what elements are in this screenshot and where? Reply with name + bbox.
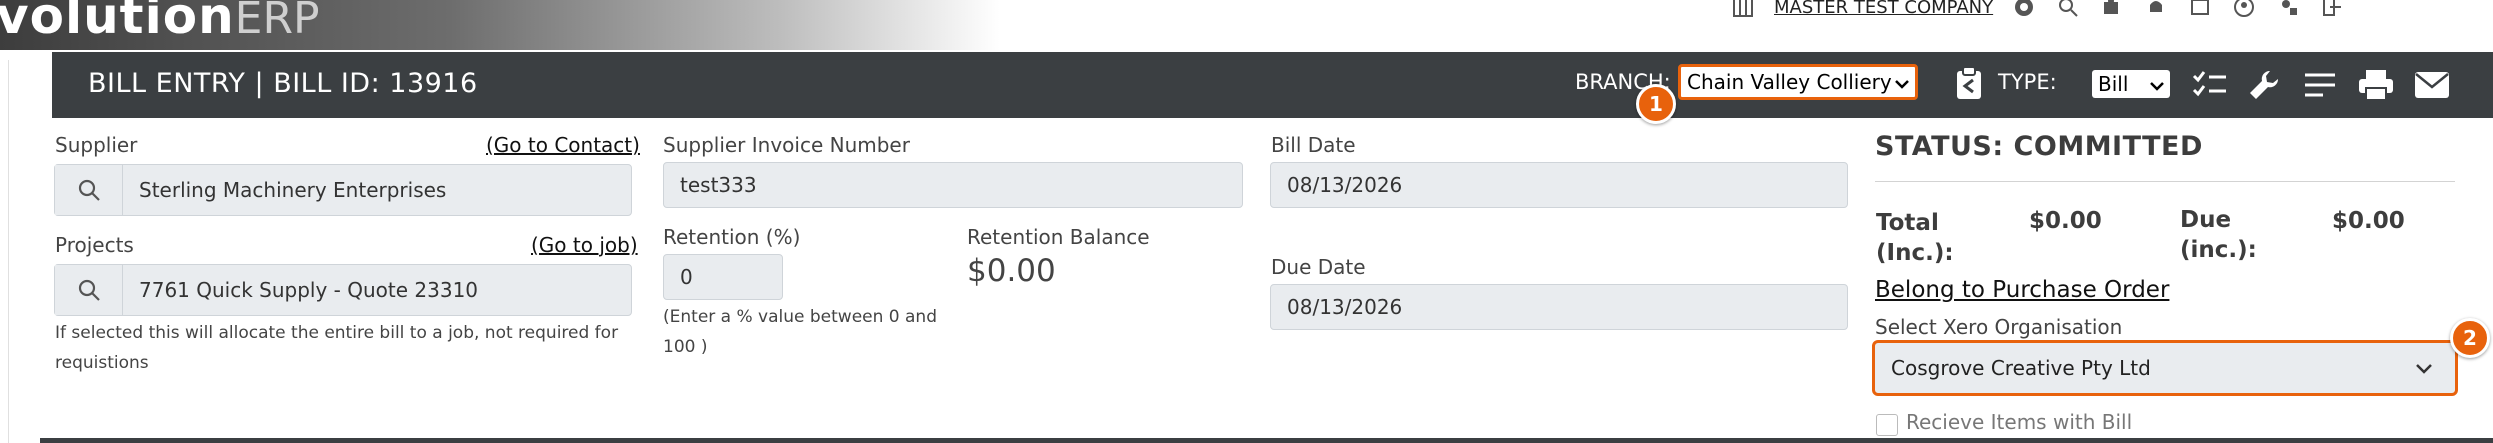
type-select-value: Bill <box>2098 72 2129 96</box>
retention-label: Retention (%) <box>663 225 801 249</box>
invoice-number-label: Supplier Invoice Number <box>663 133 910 157</box>
receive-items-label: Recieve Items with Bill <box>1906 410 2133 434</box>
due-date-input[interactable]: 08/13/2026 <box>1270 284 1848 330</box>
wrench-icon[interactable] <box>2244 68 2284 102</box>
receive-items-checkbox[interactable] <box>1876 414 1898 436</box>
status-divider <box>1875 181 2455 182</box>
logout-icon[interactable] <box>2319 0 2345 20</box>
top-right-toolbar: MASTER TEST COMPANY <box>1730 0 2345 20</box>
bill-header-bar: BILL ENTRY | BILL ID: 13916 BRANCH: Chai… <box>52 52 2493 118</box>
logo-erp-text: ERP <box>234 0 320 44</box>
supplier-input-group[interactable]: Sterling Machinery Enterprises <box>54 164 632 216</box>
type-select[interactable]: Bill <box>2092 70 2170 98</box>
belong-to-purchase-order-link[interactable]: Belong to Purchase Order <box>1875 277 2169 303</box>
invoice-number-input[interactable]: test333 <box>663 162 1243 208</box>
go-to-contact-link[interactable]: (Go to Contact) <box>486 133 640 157</box>
user-avatar-icon[interactable] <box>2231 0 2257 20</box>
help-lifebuoy-icon[interactable] <box>2011 0 2037 20</box>
annotation-badge-1: 1 <box>1636 84 1676 124</box>
retention-balance-value: $0.00 <box>967 253 1056 289</box>
type-label: TYPE: <box>1998 70 2057 94</box>
user-lock-icon[interactable] <box>2275 0 2301 20</box>
annotation-badge-2: 2 <box>2450 318 2490 358</box>
page-title: BILL ENTRY | BILL ID: 13916 <box>88 68 478 99</box>
logo-main-text: volution <box>0 0 235 45</box>
bill-date-input[interactable]: 08/13/2026 <box>1270 162 1848 208</box>
chevron-down-icon <box>2415 356 2433 380</box>
app-logo[interactable]: volutionERP <box>0 0 320 49</box>
chevron-down-icon <box>1895 70 1909 94</box>
branch-select[interactable]: Chain Valley Colliery <box>1678 64 1918 100</box>
puzzle-icon[interactable] <box>2099 0 2125 20</box>
print-icon[interactable] <box>2356 68 2396 102</box>
retention-balance-label: Retention Balance <box>967 225 1150 249</box>
total-label: Total (Inc.): <box>1876 210 1954 266</box>
projects-input-group[interactable]: 7761 Quick Supply - Quote 23310 <box>54 264 632 316</box>
search-icon[interactable] <box>55 165 123 215</box>
xero-organisation-select[interactable]: Cosgrove Creative Pty Ltd <box>1872 340 2458 396</box>
bill-date-label: Bill Date <box>1271 133 1356 157</box>
bell-icon[interactable] <box>2143 0 2169 20</box>
projects-help-text: If selected this will allocate the entir… <box>55 323 619 373</box>
company-name-link[interactable]: MASTER TEST COMPANY <box>1774 0 1993 18</box>
projects-input[interactable]: 7761 Quick Supply - Quote 23310 <box>123 265 631 315</box>
total-value: $0.00 <box>2029 208 2102 234</box>
xero-organisation-label: Select Xero Organisation <box>1875 315 2123 339</box>
email-icon[interactable] <box>2412 68 2452 102</box>
section-divider-bar <box>40 438 2493 443</box>
xero-organisation-value: Cosgrove Creative Pty Ltd <box>1891 356 2151 380</box>
retention-help-text: (Enter a % value between 0 and 100 ) <box>663 307 938 357</box>
top-app-bar: volutionERP MASTER TEST COMPANY <box>0 0 2493 50</box>
due-value: $0.00 <box>2332 208 2405 234</box>
window-icon[interactable] <box>2187 0 2213 20</box>
search-icon[interactable] <box>2055 0 2081 20</box>
branch-select-value: Chain Valley Colliery <box>1687 70 1892 94</box>
supplier-label: Supplier <box>55 133 138 157</box>
search-icon[interactable] <box>55 265 123 315</box>
checklist-icon[interactable] <box>2190 68 2230 102</box>
projects-label: Projects <box>55 233 134 257</box>
due-label: Due (inc.): <box>2180 207 2257 263</box>
page-left-border <box>8 60 9 443</box>
due-date-label: Due Date <box>1271 255 1366 279</box>
chevron-down-icon <box>2150 72 2164 96</box>
go-to-job-link[interactable]: (Go to job) <box>531 233 638 257</box>
status-text: STATUS: COMMITTED <box>1875 131 2203 162</box>
menu-lines-icon[interactable] <box>2300 68 2340 102</box>
clipboard-back-icon[interactable] <box>1952 66 1986 102</box>
supplier-input[interactable]: Sterling Machinery Enterprises <box>123 165 631 215</box>
retention-input[interactable]: 0 <box>663 254 783 300</box>
company-grid-icon[interactable] <box>1730 0 1756 20</box>
